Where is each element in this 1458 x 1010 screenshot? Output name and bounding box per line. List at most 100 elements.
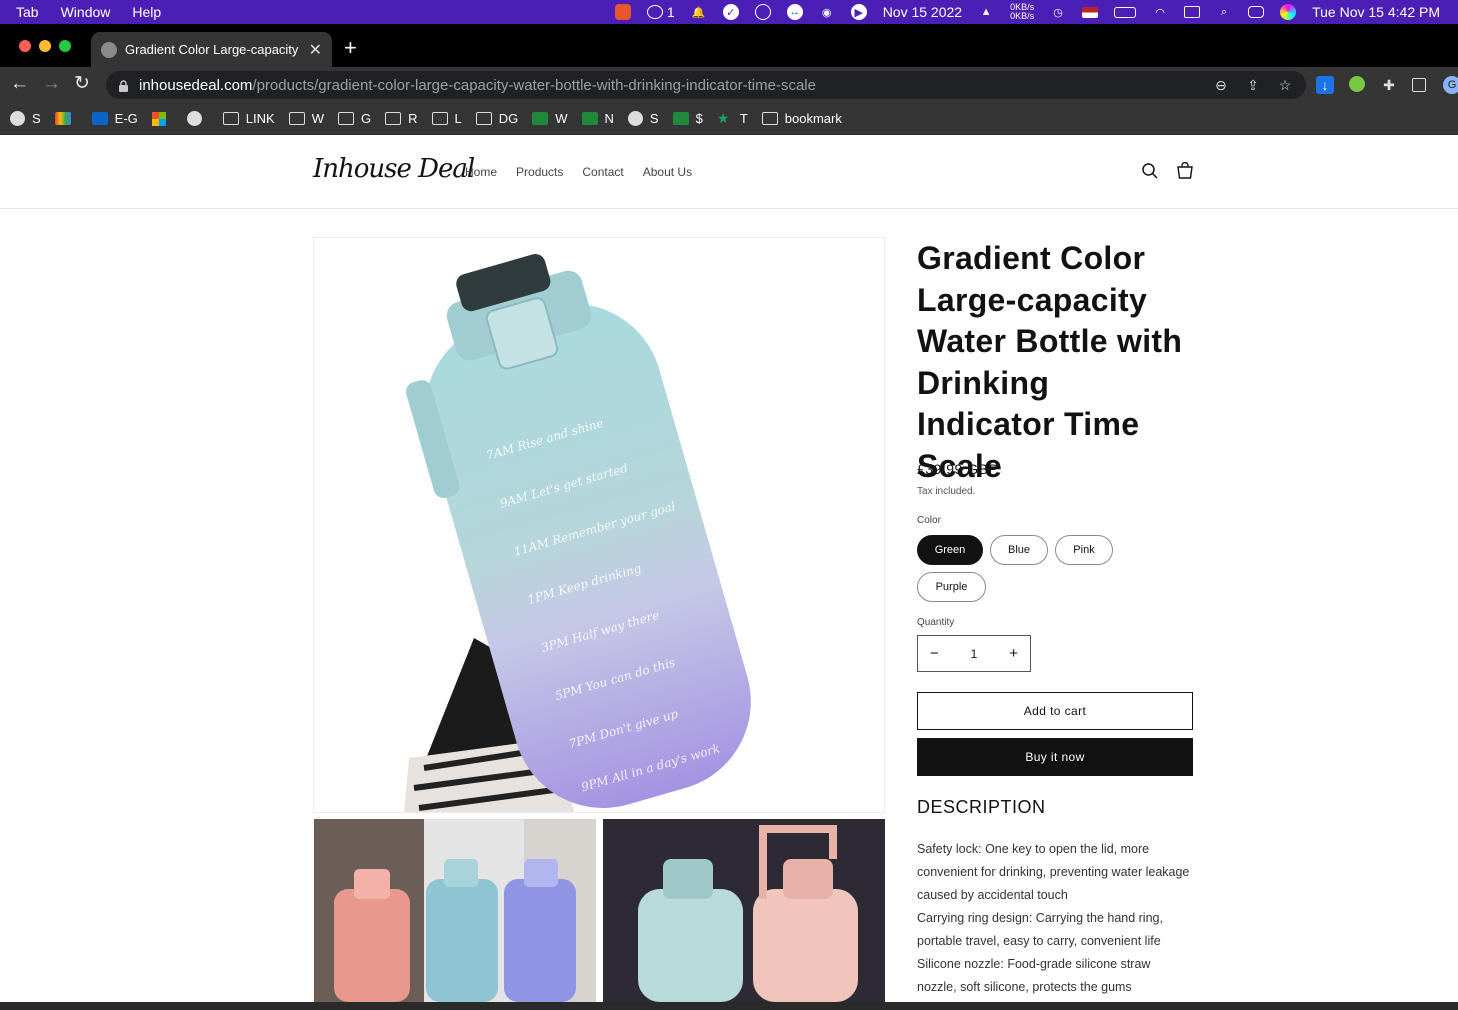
gmail-icon <box>54 112 71 125</box>
quantity-decrease-button[interactable]: − <box>930 645 939 662</box>
teamviewer-icon[interactable]: ↔ <box>786 4 803 20</box>
sheet-icon <box>532 112 549 125</box>
quantity-label: Quantity <box>917 617 955 628</box>
extension-circle-icon[interactable] <box>1349 76 1365 92</box>
control-center-icon[interactable] <box>1248 6 1265 18</box>
download-extension-icon[interactable]: ↓ <box>1316 76 1334 94</box>
nav-contact[interactable]: Contact <box>582 165 623 179</box>
script-icon[interactable] <box>754 4 771 20</box>
network-speed[interactable]: 0KB/s 0KB/s <box>1010 3 1034 21</box>
product-title: Gradient Color Large-capacity Water Bott… <box>917 240 1183 484</box>
buy-now-button[interactable]: Buy it now <box>917 738 1193 776</box>
bookmark-label: R <box>408 111 418 126</box>
bookmark-label: N <box>604 111 614 126</box>
bookmark-label: G <box>360 111 372 126</box>
bell-icon[interactable]: 🔔 <box>691 4 707 20</box>
bookmark-item[interactable]: W <box>288 111 324 126</box>
bookmark-item[interactable]: DG <box>475 111 518 126</box>
address-bar[interactable]: inhousedeal.com/products/gradient-color-… <box>106 71 1306 99</box>
quantity-increase-button[interactable]: + <box>1009 645 1018 662</box>
color-option-blue[interactable]: Blue <box>990 535 1048 565</box>
tab-close-icon[interactable]: ✕ <box>309 40 322 60</box>
bookmark-item[interactable]: LINK <box>222 111 275 126</box>
bookmark-item[interactable]: G <box>337 111 372 126</box>
back-arrow-icon[interactable]: ← <box>10 74 29 94</box>
bookmark-label: LINK <box>245 111 275 126</box>
bookmark-item[interactable]: W <box>532 111 568 126</box>
menu-clock[interactable]: Tue Nov 15 4:42 PM <box>1312 4 1440 20</box>
bookmark-item[interactable]: R <box>385 111 418 126</box>
wifi-icon[interactable]: ◠ <box>1152 4 1168 20</box>
bookmark-item[interactable]: S <box>627 111 659 126</box>
date-widget[interactable]: Nov 15 2022 <box>883 4 962 20</box>
wechat-status[interactable]: 1 <box>646 4 675 20</box>
folder-icon <box>761 112 778 125</box>
bookmark-item[interactable]: $ <box>672 111 703 126</box>
bookmark-item[interactable]: L <box>431 111 462 126</box>
star-icon: ★ <box>716 110 730 126</box>
sidebar-toggle-icon[interactable] <box>1412 78 1426 92</box>
menu-help[interactable]: Help <box>132 4 161 20</box>
search-icon[interactable] <box>1141 162 1159 180</box>
profile-avatar-icon[interactable]: G <box>1443 76 1458 94</box>
time-machine-icon[interactable]: ◷ <box>1050 4 1066 20</box>
reload-icon[interactable]: ↻ <box>74 74 90 94</box>
bookmark-item[interactable]: ★ T <box>717 111 748 126</box>
bookmark-item[interactable]: S <box>10 111 41 126</box>
sheet-icon <box>672 112 689 125</box>
forward-arrow-icon[interactable]: → <box>42 74 61 94</box>
store-logo[interactable]: Inhouse Deal <box>313 154 475 184</box>
menu-tab[interactable]: Tab <box>16 4 39 20</box>
bookmark-item[interactable]: E-G <box>91 111 138 126</box>
extensions-puzzle-icon[interactable]: ✚ <box>1380 76 1398 94</box>
bookmark-item[interactable]: bookmark <box>761 111 842 126</box>
wechat-icon <box>646 5 663 19</box>
microsoft-icon <box>151 111 166 126</box>
window-minimize-button[interactable] <box>39 40 51 52</box>
cart-icon[interactable] <box>1176 161 1194 180</box>
spotlight-search-icon[interactable]: ⌕ <box>1216 4 1232 20</box>
check-icon[interactable]: ✓ <box>722 4 739 20</box>
bookmark-item[interactable] <box>186 111 209 126</box>
cat-icon[interactable]: ◉ <box>819 4 835 20</box>
bookmark-label: S <box>32 111 41 126</box>
nav-about-us[interactable]: About Us <box>643 165 692 179</box>
color-option-green[interactable]: Green <box>917 535 983 565</box>
bookmark-item[interactable]: N <box>581 111 614 126</box>
product-thumbnail-2[interactable] <box>603 819 885 1002</box>
browser-tab-active[interactable]: Gradient Color Large-capacity Water Bott… <box>91 32 332 67</box>
app-status-icon[interactable] <box>614 4 631 20</box>
window-close-button[interactable] <box>19 40 31 52</box>
bookmark-item[interactable] <box>151 111 173 126</box>
quantity-input[interactable]: 1 <box>971 647 978 661</box>
menu-window[interactable]: Window <box>61 4 111 20</box>
net-down: 0KB/s <box>1010 11 1035 21</box>
nav-products[interactable]: Products <box>516 165 563 179</box>
us-flag-icon[interactable] <box>1082 6 1099 18</box>
bookmark-item[interactable] <box>54 112 78 125</box>
product-thumbnail-1[interactable] <box>314 819 596 1002</box>
folder-icon <box>337 112 354 125</box>
color-option-purple[interactable]: Purple <box>917 572 986 602</box>
globe-icon <box>186 111 202 126</box>
bookmark-label: L <box>454 111 462 126</box>
play-icon[interactable]: ▶ <box>850 4 867 20</box>
description-paragraph: Silicone nozzle: Food-grade silicone str… <box>917 957 1151 994</box>
bookmark-label: T <box>739 111 748 126</box>
siri-icon[interactable] <box>1280 4 1297 20</box>
window-zoom-button[interactable] <box>59 40 71 52</box>
ghost-icon[interactable]: ▲ <box>978 4 994 20</box>
zoom-icon[interactable]: ⊖ <box>1212 76 1230 94</box>
battery-icon[interactable] <box>1114 6 1137 18</box>
share-icon[interactable]: ⇪ <box>1244 76 1262 94</box>
bookmark-star-icon[interactable]: ☆ <box>1276 76 1294 94</box>
keyboard-icon[interactable] <box>1184 6 1201 18</box>
new-tab-button[interactable]: + <box>344 37 357 59</box>
nav-home[interactable]: Home <box>465 165 497 179</box>
bookmark-label: W <box>555 111 568 126</box>
product-main-image[interactable]: 7AM Rise and shine 9AM Let's get started… <box>313 237 885 813</box>
color-option-pink[interactable]: Pink <box>1055 535 1113 565</box>
store-nav: Home Products Contact About Us <box>465 165 692 179</box>
favicon-icon <box>101 41 117 58</box>
add-to-cart-button[interactable]: Add to cart <box>917 692 1193 730</box>
